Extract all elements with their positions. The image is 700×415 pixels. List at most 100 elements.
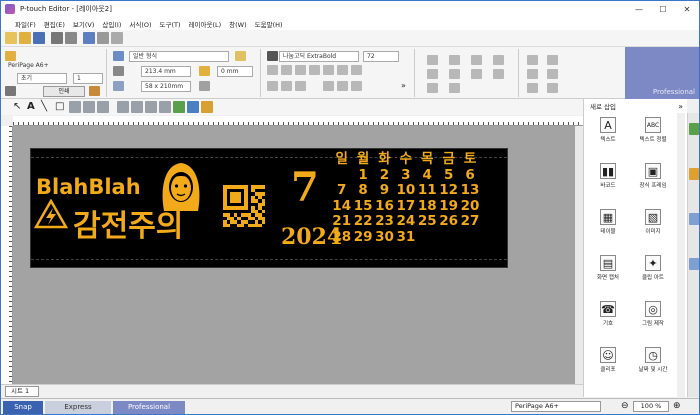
print-options-icon[interactable] [89,86,100,96]
layout-back-icon[interactable] [547,69,558,79]
warning-triangle-icon[interactable] [34,199,68,229]
paper-color-icon[interactable] [235,51,246,61]
pane-collapse-icon[interactable]: » [678,102,683,111]
template-tab-icon[interactable] [689,213,699,225]
new-file-icon[interactable] [5,32,17,44]
insert-item[interactable]: ✦ 클립 아트 [630,255,676,281]
zoom-in-icon[interactable]: ⊕ [673,401,681,412]
sheet-tab[interactable]: 시트 1 [5,386,39,397]
print-icon[interactable] [5,86,16,96]
font-size-select[interactable]: 72 [363,51,399,62]
width-field[interactable]: 213.4 mm [141,66,191,77]
insert-item[interactable]: A 텍스트 [585,117,631,143]
canvas-vertical-scrollbar[interactable] [575,126,583,384]
layout-lock-icon[interactable] [547,83,558,93]
pane-scrollbar[interactable] [677,113,685,397]
qr-code[interactable] [223,185,265,227]
zoom-field[interactable]: 100 % [633,401,669,412]
label-preview[interactable]: BlahBlah 감전주의 7 2024 일 월 화 수 목 금 토 1 2 3 4 5 6 7 8 9 10 1… [30,148,508,268]
menu-window[interactable]: 창(W) [229,19,246,29]
printer-select[interactable]: 초기 [17,73,67,84]
maximize-button[interactable]: ☐ [651,1,675,17]
shadow-icon[interactable] [337,65,348,75]
text-tool-icon[interactable]: A [27,101,39,113]
insert-item[interactable]: ▤ 화면 캡처 [585,255,631,281]
underline-icon[interactable] [295,65,306,75]
margin-field[interactable]: 0 mm [217,66,253,77]
line-tool-icon[interactable]: ╲ [41,101,53,113]
barcode-tool-icon[interactable] [83,101,95,113]
minimize-button[interactable]: — [627,1,651,17]
layout-tab-icon[interactable] [689,258,699,270]
valign-middle-icon[interactable] [337,81,348,91]
mode-professional[interactable]: Professional [113,401,185,414]
cut-icon[interactable] [117,101,129,113]
month-number[interactable]: 7 [291,164,319,211]
person-clipart-icon[interactable] [156,159,206,215]
arrange-bottom-icon[interactable] [449,83,460,93]
image-tool-icon[interactable] [97,101,109,113]
menu-insert[interactable]: 삽입(I) [102,19,121,29]
insert-item[interactable]: ☎ 기호 [585,301,631,327]
size-select[interactable]: 58 x 210mm [141,81,191,92]
bold-icon[interactable] [267,65,278,75]
status-printer-select[interactable]: PeriPage A6+ [511,401,601,412]
frame-icon[interactable] [323,65,334,75]
same-height-icon[interactable] [493,69,504,79]
menu-layout[interactable]: 레이아웃(L) [189,19,222,29]
arrange-top-icon[interactable] [449,55,460,65]
arrange-middle-icon[interactable] [449,69,460,79]
table-tool-icon[interactable] [69,101,81,113]
print-preview-icon[interactable] [65,32,77,44]
insert-item[interactable]: ◎ 그림 제작 [630,301,676,327]
insert-item[interactable]: ☺ 클리포 [585,347,631,373]
menu-tools[interactable]: 도구(T) [160,19,181,29]
paste-icon[interactable] [145,101,157,113]
align-right-icon[interactable] [295,81,306,91]
redo-icon[interactable] [187,101,199,113]
save-icon[interactable] [33,32,45,44]
database-icon[interactable] [83,32,95,44]
zoom-icon[interactable] [159,101,171,113]
font-name-select[interactable]: 나눔고딕 ExtraBold [279,51,359,62]
mode-snap[interactable]: Snap [3,401,43,414]
insert-item[interactable]: ◷ 날짜 및 시간 [630,347,676,373]
layout-rotate-icon[interactable] [527,55,538,65]
strikeout-icon[interactable] [309,65,320,75]
print-icon[interactable] [51,32,63,44]
menu-help[interactable]: 도움말(H) [255,19,283,29]
rectangle-tool-icon[interactable]: □ [55,101,67,113]
transfer-icon[interactable] [97,32,109,44]
valign-top-icon[interactable] [323,81,334,91]
length-field[interactable]: 1 [73,73,103,84]
insert-item[interactable]: ▮▮ 바코드 [585,163,631,189]
database-link-icon[interactable] [201,101,213,113]
insert-item[interactable]: ▦ 테이블 [585,209,631,235]
layout-canvas[interactable]: BlahBlah 감전주의 7 2024 일 월 화 수 목 금 토 1 2 3 4 5 6 7 8 9 10 1… [13,126,583,384]
mode-express[interactable]: Express [45,401,111,414]
distribute-vertical-icon[interactable] [471,69,482,79]
menu-edit[interactable]: 편집(E) [44,19,65,29]
undo-icon[interactable] [173,101,185,113]
name-text[interactable]: BlahBlah [36,175,141,199]
arrange-right-icon[interactable] [427,83,438,93]
insert-item[interactable]: ABC 텍스트 정렬 [630,117,676,143]
insert-item[interactable]: ▧ 이미지 [630,209,676,235]
outline-icon[interactable] [351,65,362,75]
orientation-icon[interactable] [199,81,210,91]
italic-icon[interactable] [281,65,292,75]
zoom-out-icon[interactable]: ⊖ [621,401,629,412]
object-tab-icon[interactable] [689,168,699,180]
print-button[interactable]: 인쇄 [43,86,85,97]
distribute-horizontal-icon[interactable] [471,55,482,65]
page-setup-icon[interactable] [5,51,16,61]
layout-group-icon[interactable] [527,83,538,93]
menu-file[interactable]: 파일(F) [15,19,36,29]
valign-bottom-icon[interactable] [351,81,362,91]
more-chevron-icon[interactable]: » [401,81,412,91]
layout-front-icon[interactable] [547,55,558,65]
copy-icon[interactable] [131,101,143,113]
open-folder-icon[interactable] [19,32,31,44]
printer-name[interactable]: PeriPage A6+ [5,61,101,72]
insert-tab-icon[interactable] [689,123,699,135]
